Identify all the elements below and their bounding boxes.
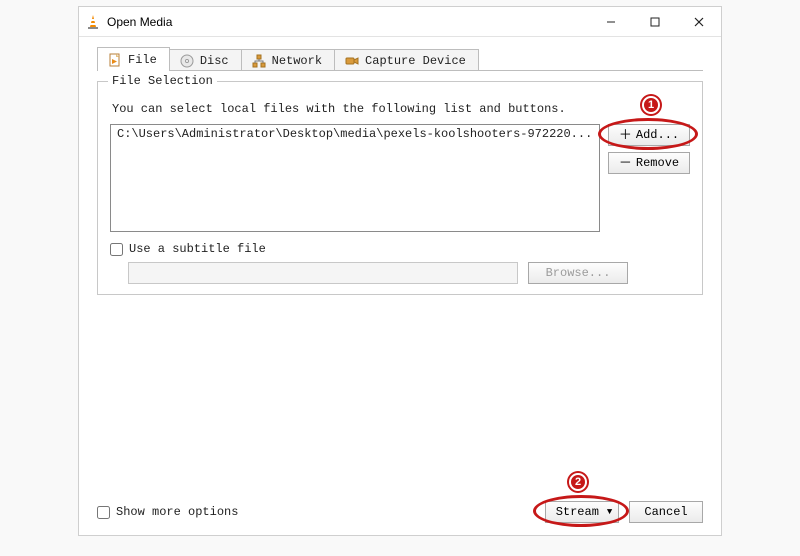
file-list-item[interactable]: C:\Users\Administrator\Desktop\media\pex… bbox=[115, 127, 595, 141]
file-selection-legend: File Selection bbox=[108, 74, 217, 88]
remove-button[interactable]: － Remove bbox=[608, 152, 690, 174]
bottom-bar: Show more options 2 Stream ▼ Cancel bbox=[97, 501, 703, 529]
disc-icon bbox=[180, 54, 194, 68]
remove-button-label: Remove bbox=[636, 156, 679, 170]
tab-file[interactable]: File bbox=[97, 47, 170, 71]
browse-button-label: Browse... bbox=[546, 266, 611, 280]
tab-network-label: Network bbox=[272, 54, 322, 68]
tab-bar: File Disc Network Capture Device bbox=[97, 47, 703, 71]
show-more-checkbox[interactable] bbox=[97, 506, 110, 519]
use-subtitle-checkbox[interactable] bbox=[110, 243, 123, 256]
capture-device-icon bbox=[345, 54, 359, 68]
stream-button[interactable]: Stream ▼ bbox=[545, 501, 619, 523]
maximize-icon bbox=[650, 17, 660, 27]
file-icon bbox=[108, 53, 122, 67]
tab-capture[interactable]: Capture Device bbox=[334, 49, 479, 71]
tab-disc-label: Disc bbox=[200, 54, 229, 68]
minimize-icon bbox=[606, 17, 616, 27]
titlebar: Open Media bbox=[79, 7, 721, 37]
annotation-badge-2: 2 bbox=[569, 473, 587, 491]
client-area: File Disc Network Capture Device bbox=[79, 37, 721, 535]
browse-subtitle-button: Browse... bbox=[528, 262, 628, 284]
use-subtitle-label: Use a subtitle file bbox=[129, 242, 266, 256]
close-icon bbox=[694, 17, 704, 27]
tab-file-label: File bbox=[128, 53, 157, 67]
stream-button-label: Stream bbox=[556, 505, 599, 519]
use-subtitle-row: Use a subtitle file bbox=[110, 242, 690, 256]
show-more-label: Show more options bbox=[116, 505, 238, 519]
tab-capture-label: Capture Device bbox=[365, 54, 466, 68]
subtitle-path-input bbox=[128, 262, 518, 284]
maximize-button[interactable] bbox=[633, 7, 677, 37]
minimize-button[interactable] bbox=[589, 7, 633, 37]
minus-icon: － bbox=[619, 157, 632, 170]
window-title: Open Media bbox=[107, 15, 172, 29]
cancel-button[interactable]: Cancel bbox=[629, 501, 703, 523]
open-media-window: Open Media File Disc bbox=[78, 6, 722, 536]
close-button[interactable] bbox=[677, 7, 721, 37]
network-icon bbox=[252, 54, 266, 68]
add-button-label: Add... bbox=[636, 128, 679, 142]
tab-disc[interactable]: Disc bbox=[169, 49, 242, 71]
file-selection-hint: You can select local files with the foll… bbox=[112, 102, 688, 116]
show-more-row: Show more options bbox=[97, 505, 238, 519]
cancel-button-label: Cancel bbox=[644, 505, 687, 519]
vlc-cone-icon bbox=[85, 14, 101, 30]
file-list[interactable]: C:\Users\Administrator\Desktop\media\pex… bbox=[110, 124, 600, 232]
annotation-badge-1: 1 bbox=[642, 96, 660, 114]
chevron-down-icon: ▼ bbox=[607, 507, 612, 517]
plus-icon: ＋ bbox=[619, 129, 632, 142]
file-selection-group: File Selection You can select local file… bbox=[97, 81, 703, 295]
add-button[interactable]: ＋ Add... bbox=[608, 124, 690, 146]
tab-network[interactable]: Network bbox=[241, 49, 335, 71]
